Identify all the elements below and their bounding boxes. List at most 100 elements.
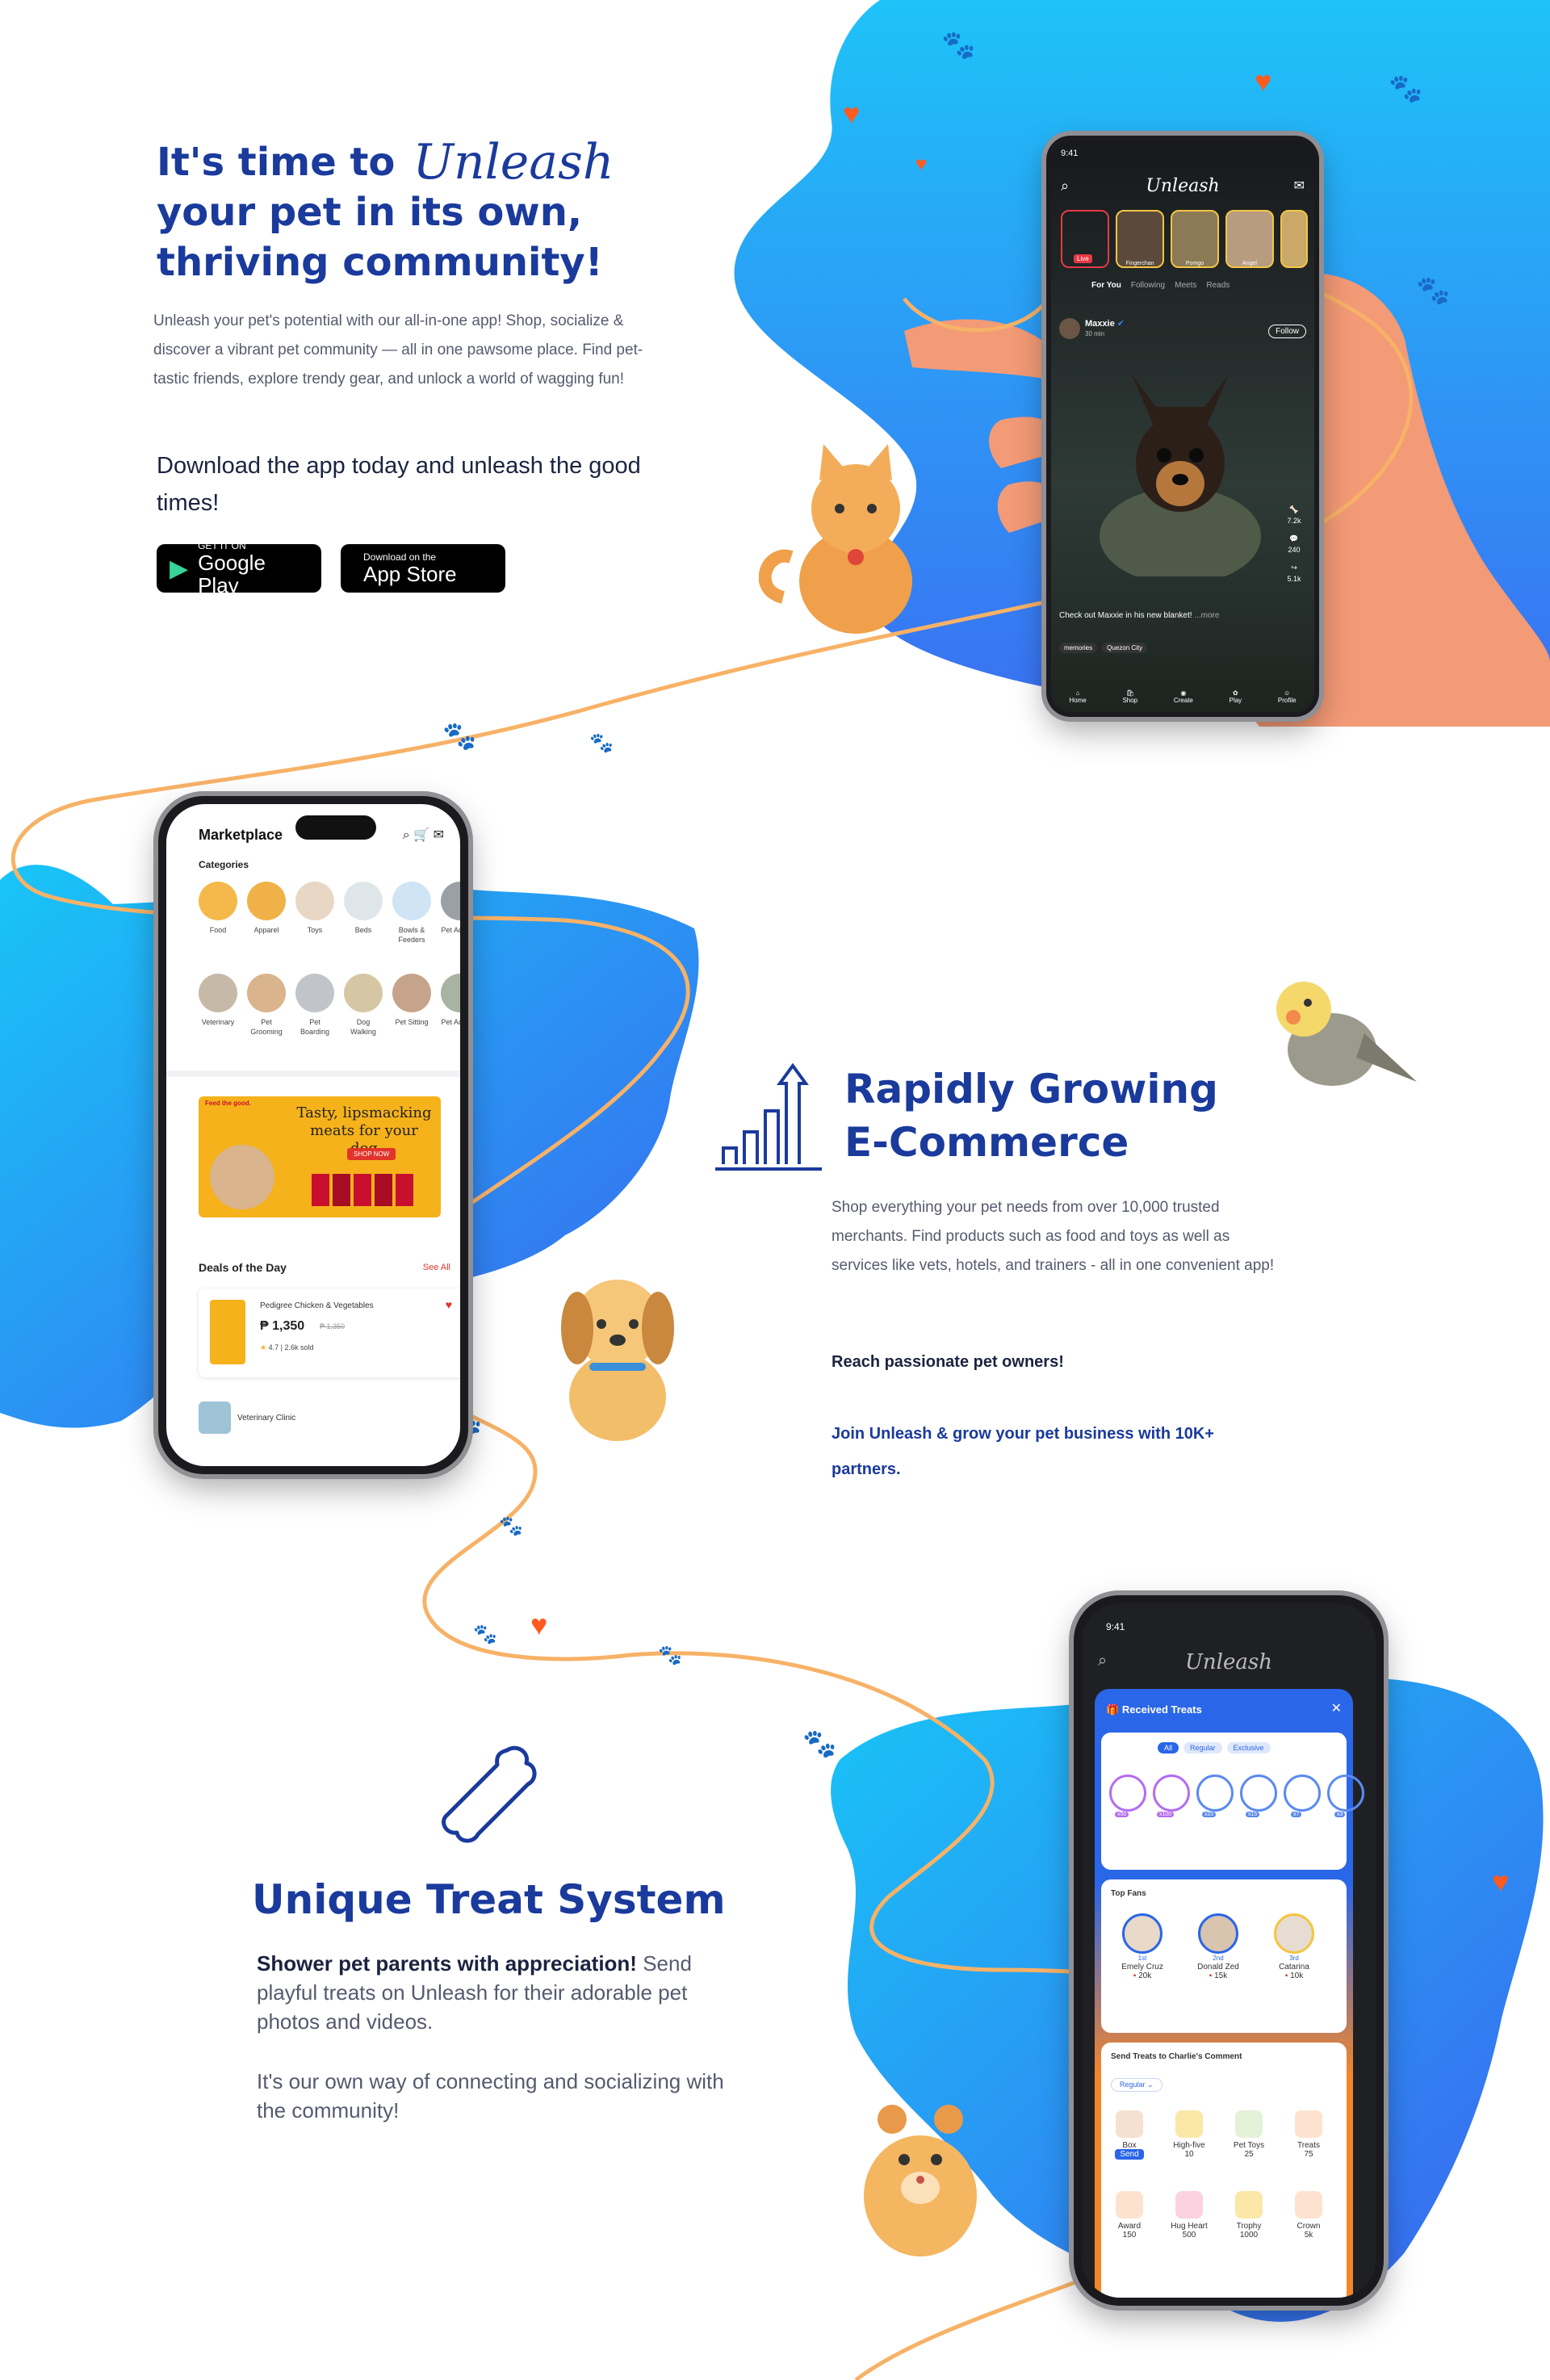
received-title: Received Treats xyxy=(1121,1703,1202,1716)
comment-icon[interactable]: 💬 xyxy=(1282,533,1306,544)
treat-pet-toys[interactable]: Pet Toys 25 xyxy=(1230,2110,1267,2159)
hero-cta: Download the app today and unleash the g… xyxy=(157,453,641,516)
tab-meets[interactable]: Meets xyxy=(1175,281,1196,290)
nav-shop[interactable]: 🛍 Shop xyxy=(1122,689,1137,704)
next-item-label: Veterinary Clinic xyxy=(237,1413,296,1423)
treat-type-dropdown[interactable]: Regular ⌄ xyxy=(1111,2078,1162,2092)
category-food[interactable]: Food xyxy=(199,882,237,945)
google-play-button[interactable]: ▶ GET IT ON Google Play xyxy=(157,540,321,597)
tab-following[interactable]: Following xyxy=(1131,281,1165,290)
share-count: 5.1k xyxy=(1287,575,1301,583)
filter-exclusive[interactable]: Exclusive xyxy=(1226,1742,1271,1754)
nav-profile[interactable]: ☺ Profile xyxy=(1278,689,1297,704)
high-five-icon xyxy=(1175,2110,1203,2138)
app-store-button[interactable]: Download on the App Store xyxy=(341,544,505,593)
category-apparel[interactable]: Apparel xyxy=(247,882,286,945)
filter-regular[interactable]: Regular xyxy=(1183,1742,1222,1754)
profile-icon: ☺ xyxy=(1284,689,1291,697)
story-name: Angel xyxy=(1242,261,1257,266)
search-icon[interactable]: ⌕ xyxy=(1098,1652,1107,1670)
post-caption: Check out Maxxie in his new blanket! ...… xyxy=(1059,610,1221,621)
received-item[interactable]: x50 xyxy=(1109,1775,1146,1817)
nav-play[interactable]: ✿ Play xyxy=(1230,689,1242,704)
avatar[interactable] xyxy=(1059,318,1080,339)
category-pet-sitting[interactable]: Pet Sitting xyxy=(392,974,431,1037)
post-photo[interactable] xyxy=(1100,342,1261,585)
treat-crown[interactable]: Crown 5k xyxy=(1290,2191,1327,2240)
story-item[interactable] xyxy=(1280,210,1308,268)
story-item[interactable]: Angel xyxy=(1225,210,1274,268)
search-icon[interactable]: ⌕ xyxy=(403,828,410,842)
received-item[interactable]: x7 xyxy=(1284,1775,1321,1817)
shop-now-button[interactable]: SHOP NOW xyxy=(347,1148,396,1160)
see-all-link[interactable]: See All xyxy=(423,1263,450,1272)
close-icon[interactable]: ✕ xyxy=(1331,1700,1342,1716)
paw-icon: 🐾 xyxy=(473,1624,497,1645)
received-item[interactable]: x15 xyxy=(1240,1775,1277,1817)
bone-icon xyxy=(442,1745,537,1843)
tab-for-you[interactable]: For You xyxy=(1091,281,1121,290)
treat-name: Treats xyxy=(1297,2141,1320,2150)
follow-button[interactable]: Follow xyxy=(1268,325,1306,338)
category-accessories-2[interactable]: Pet Access. xyxy=(441,974,460,1037)
category-boarding[interactable]: Pet Boarding xyxy=(295,974,334,1037)
album-chip[interactable]: memories xyxy=(1059,643,1098,653)
treat-box[interactable]: Box Send xyxy=(1111,2110,1148,2160)
treat-description-2: It's our own way of connecting and socia… xyxy=(257,2069,724,2122)
category-bowls[interactable]: Bowls & Feeders xyxy=(392,882,431,945)
category-beds[interactable]: Beds xyxy=(344,882,383,945)
location-chip[interactable]: Quezon City xyxy=(1102,643,1148,653)
deal-name: Pedigree Chicken & Vegetables xyxy=(260,1301,374,1310)
fan-item[interactable]: 1st Emely Cruz ▪ 20k xyxy=(1114,1913,1171,1980)
app-store-text: Download on the App Store xyxy=(363,551,457,585)
story-item[interactable]: Fingerchan xyxy=(1116,210,1164,268)
hug-heart-icon xyxy=(1175,2191,1203,2219)
received-item[interactable]: x3 xyxy=(1327,1775,1364,1817)
categories-row2: Veterinary Pet Grooming Pet Boarding Dog… xyxy=(199,974,460,1037)
post-username[interactable]: Maxxie xyxy=(1085,319,1115,329)
treat-hug-heart[interactable]: Hug Heart 500 xyxy=(1171,2191,1208,2240)
heart-icon[interactable]: ♥ xyxy=(446,1298,452,1311)
nav-create[interactable]: ◉ Create xyxy=(1174,689,1193,704)
received-item[interactable]: x100 xyxy=(1153,1775,1190,1817)
filter-all[interactable]: All xyxy=(1158,1742,1179,1754)
next-item[interactable]: Veterinary Clinic xyxy=(199,1402,295,1434)
fan-item[interactable]: 2nd Donald Zed ▪ 15k xyxy=(1190,1913,1246,1980)
live-story[interactable]: Live xyxy=(1061,210,1109,268)
messages-icon[interactable]: ✉ xyxy=(434,828,444,842)
caption-more[interactable]: ...more xyxy=(1194,611,1219,620)
nav-create-label: Create xyxy=(1173,697,1193,704)
share-icon[interactable]: ↪ xyxy=(1282,562,1306,573)
messages-icon[interactable]: ✉ xyxy=(1294,178,1305,194)
category-veterinary[interactable]: Veterinary xyxy=(199,974,237,1037)
promo-banner[interactable]: Feed the good. Tasty, lipsmacking meats … xyxy=(199,1096,441,1217)
fan-item[interactable]: 3rd Catarina ▪ 10k xyxy=(1266,1913,1322,1980)
join-link[interactable]: Join Unleash & grow your pet business wi… xyxy=(832,1416,1284,1487)
story-item[interactable]: Pomgo xyxy=(1171,210,1219,268)
cart-icon[interactable]: 🛒 xyxy=(413,828,429,842)
growth-chart-icon xyxy=(715,1062,822,1171)
category-accessories[interactable]: Pet Access. xyxy=(441,882,460,945)
search-icon[interactable]: ⌕ xyxy=(1061,178,1069,195)
tab-reads[interactable]: Reads xyxy=(1206,281,1230,290)
treat-high-five[interactable]: High-five 10 xyxy=(1171,2110,1208,2159)
like-icon[interactable]: 🦴 xyxy=(1282,504,1306,515)
send-button[interactable]: Send xyxy=(1115,2149,1144,2160)
category-grooming[interactable]: Pet Grooming xyxy=(247,974,286,1037)
product-packs xyxy=(312,1174,413,1206)
pet-toys-icon xyxy=(1235,2110,1263,2138)
camera-icon: ◉ xyxy=(1180,689,1187,697)
received-item[interactable]: x20 xyxy=(1196,1775,1234,1817)
category-toys[interactable]: Toys xyxy=(295,882,334,945)
deal-card[interactable]: Pedigree Chicken & Vegetables ₱ 1,350 ₱ … xyxy=(199,1288,460,1377)
app-logo: Unleash xyxy=(1185,1650,1272,1674)
nav-home[interactable]: ⌂ Home xyxy=(1069,689,1086,704)
treat-treats[interactable]: Treats 75 xyxy=(1290,2110,1327,2159)
treat-trophy[interactable]: Trophy 1000 xyxy=(1230,2191,1267,2240)
hamster-illustration xyxy=(864,2105,977,2256)
treat-award[interactable]: Award 150 xyxy=(1111,2191,1148,2240)
comment-count: 240 xyxy=(1288,546,1301,554)
banner-tag: Feed the good. xyxy=(205,1100,251,1107)
fan-rank: 2nd xyxy=(1213,1955,1224,1962)
category-dog-walking[interactable]: Dog Walking xyxy=(344,974,383,1037)
